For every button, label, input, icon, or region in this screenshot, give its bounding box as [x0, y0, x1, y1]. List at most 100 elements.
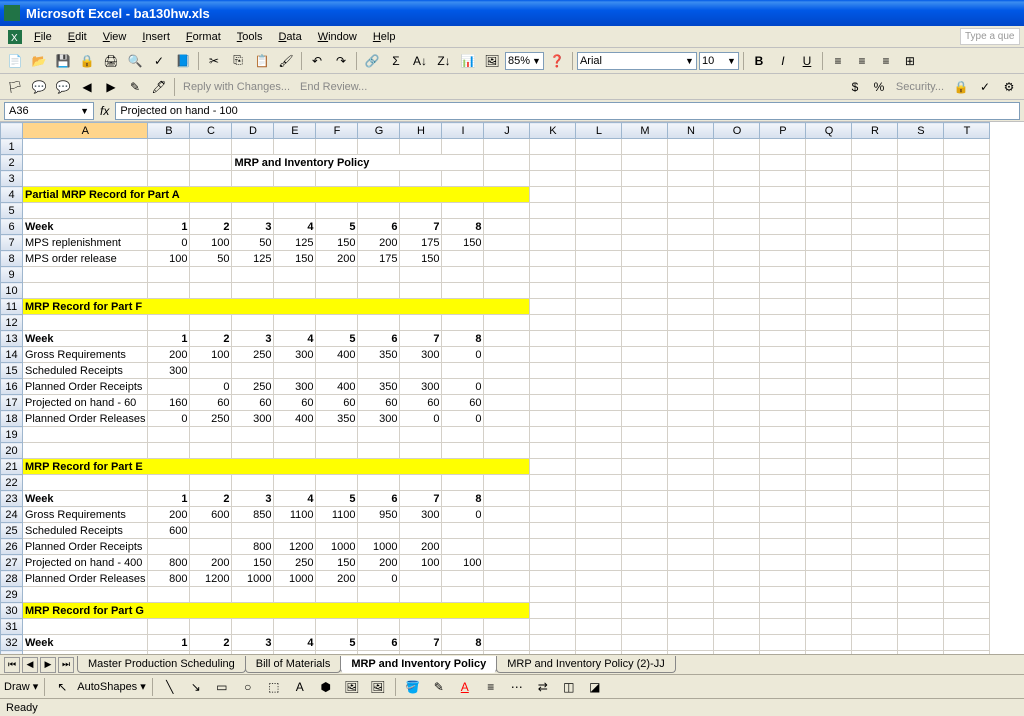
cell[interactable]: 0: [442, 379, 484, 395]
cell[interactable]: [622, 523, 668, 539]
cell[interactable]: [668, 443, 714, 459]
cell[interactable]: [576, 619, 622, 635]
cell[interactable]: [760, 139, 806, 155]
cell[interactable]: [530, 571, 576, 587]
permission-icon[interactable]: 🔒: [76, 50, 98, 72]
cell[interactable]: 0: [190, 379, 232, 395]
cell[interactable]: [806, 235, 852, 251]
undo-icon[interactable]: ↶: [306, 50, 328, 72]
cell[interactable]: 3: [232, 331, 274, 347]
cell[interactable]: [714, 331, 760, 347]
cell[interactable]: [484, 379, 530, 395]
copy-icon[interactable]: ⎘: [227, 50, 249, 72]
cell[interactable]: [622, 235, 668, 251]
cell[interactable]: 600: [190, 507, 232, 523]
cell[interactable]: [530, 331, 576, 347]
menu-tools[interactable]: Tools: [229, 29, 271, 45]
cell[interactable]: [530, 347, 576, 363]
cell[interactable]: [944, 635, 990, 651]
cell[interactable]: [442, 619, 484, 635]
cell[interactable]: 7: [400, 219, 442, 235]
cell[interactable]: [23, 587, 148, 603]
cell[interactable]: [576, 379, 622, 395]
cell[interactable]: [668, 315, 714, 331]
cell[interactable]: [622, 411, 668, 427]
cell[interactable]: [622, 555, 668, 571]
cell[interactable]: [190, 523, 232, 539]
cell[interactable]: [852, 587, 898, 603]
cell[interactable]: [190, 283, 232, 299]
cell[interactable]: [530, 587, 576, 603]
cell[interactable]: 5: [316, 635, 358, 651]
comment-edit-icon[interactable]: ✎: [124, 76, 146, 98]
col-header-K[interactable]: K: [530, 123, 576, 139]
cell[interactable]: [806, 331, 852, 347]
cell[interactable]: [23, 139, 148, 155]
format-painter-icon[interactable]: 🖌: [275, 50, 297, 72]
cell[interactable]: 300: [400, 507, 442, 523]
row-header[interactable]: 7: [1, 235, 23, 251]
cell[interactable]: [484, 475, 530, 491]
cell[interactable]: [190, 427, 232, 443]
cell[interactable]: [622, 587, 668, 603]
cell[interactable]: [530, 651, 576, 655]
col-header-M[interactable]: M: [622, 123, 668, 139]
cell[interactable]: [148, 587, 190, 603]
cell[interactable]: [274, 523, 316, 539]
cell[interactable]: 100: [148, 251, 190, 267]
cell[interactable]: 500: [190, 651, 232, 655]
new-icon[interactable]: 📄: [4, 50, 26, 72]
cell[interactable]: [944, 459, 990, 475]
cell[interactable]: [316, 139, 358, 155]
cell[interactable]: [400, 363, 442, 379]
cell[interactable]: [852, 571, 898, 587]
cell[interactable]: [576, 443, 622, 459]
cell[interactable]: [852, 443, 898, 459]
cell[interactable]: [898, 587, 944, 603]
cell[interactable]: [668, 587, 714, 603]
cell[interactable]: 250: [190, 411, 232, 427]
cell[interactable]: [358, 267, 400, 283]
vba-icon[interactable]: ✓: [974, 76, 996, 98]
cell[interactable]: [806, 299, 852, 315]
autoshapes-menu[interactable]: AutoShapes ▾: [77, 680, 146, 693]
cell[interactable]: [316, 315, 358, 331]
cell[interactable]: 800: [232, 539, 274, 555]
cell[interactable]: [484, 267, 530, 283]
cell[interactable]: [806, 555, 852, 571]
cell[interactable]: [358, 523, 400, 539]
cell[interactable]: 0: [148, 651, 190, 655]
cell[interactable]: 850: [232, 507, 274, 523]
cell[interactable]: [442, 171, 484, 187]
cell[interactable]: [484, 171, 530, 187]
cell[interactable]: [400, 171, 442, 187]
row-header[interactable]: 8: [1, 251, 23, 267]
cell[interactable]: [668, 523, 714, 539]
row-label[interactable]: Week: [23, 219, 148, 235]
cell[interactable]: [852, 539, 898, 555]
cell[interactable]: [760, 459, 806, 475]
cell[interactable]: [484, 587, 530, 603]
cell[interactable]: [714, 523, 760, 539]
cell[interactable]: 6: [358, 219, 400, 235]
cell[interactable]: [852, 203, 898, 219]
cell[interactable]: [622, 603, 668, 619]
row-header[interactable]: 19: [1, 427, 23, 443]
cell[interactable]: [23, 283, 148, 299]
print-icon[interactable]: 🖨: [100, 50, 122, 72]
cell[interactable]: [806, 283, 852, 299]
cell[interactable]: 60: [400, 395, 442, 411]
cell[interactable]: [852, 619, 898, 635]
cell[interactable]: [714, 587, 760, 603]
cell[interactable]: [852, 251, 898, 267]
cell[interactable]: [358, 475, 400, 491]
cell[interactable]: 200: [316, 251, 358, 267]
cell[interactable]: 175: [400, 235, 442, 251]
cell[interactable]: [442, 427, 484, 443]
cell[interactable]: [898, 187, 944, 203]
cell[interactable]: [852, 555, 898, 571]
cell[interactable]: [714, 507, 760, 523]
cell[interactable]: [852, 395, 898, 411]
cell[interactable]: [944, 571, 990, 587]
cell[interactable]: [442, 203, 484, 219]
